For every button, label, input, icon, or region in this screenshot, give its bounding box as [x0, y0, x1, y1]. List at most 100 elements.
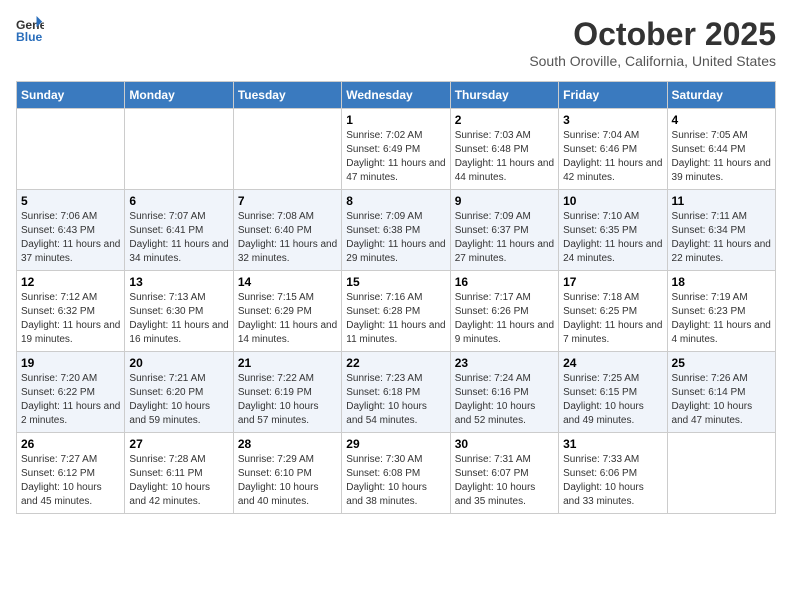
day-number: 14 — [238, 275, 337, 289]
sunset-text: Sunset: 6:38 PM — [346, 225, 420, 236]
sunrise-text: Sunrise: 7:23 AM — [346, 373, 422, 384]
day-number: 18 — [672, 275, 771, 289]
day-number: 16 — [455, 275, 554, 289]
day-info: Sunrise: 7:30 AM Sunset: 6:08 PM Dayligh… — [346, 453, 445, 509]
calendar-cell: 20 Sunrise: 7:21 AM Sunset: 6:20 PM Dayl… — [125, 352, 233, 433]
day-number: 19 — [21, 356, 120, 370]
sunrise-text: Sunrise: 7:07 AM — [129, 211, 205, 222]
sunrise-text: Sunrise: 7:31 AM — [455, 454, 531, 465]
calendar-cell: 15 Sunrise: 7:16 AM Sunset: 6:28 PM Dayl… — [342, 271, 450, 352]
calendar-cell: 1 Sunrise: 7:02 AM Sunset: 6:49 PM Dayli… — [342, 109, 450, 190]
sunrise-text: Sunrise: 7:06 AM — [21, 211, 97, 222]
sunrise-text: Sunrise: 7:17 AM — [455, 292, 531, 303]
sunset-text: Sunset: 6:41 PM — [129, 225, 203, 236]
daylight-text: Daylight: 11 hours and 39 minutes. — [672, 158, 771, 183]
calendar-cell — [233, 109, 341, 190]
sunrise-text: Sunrise: 7:10 AM — [563, 211, 639, 222]
sunset-text: Sunset: 6:19 PM — [238, 387, 312, 398]
daylight-text: Daylight: 10 hours and 54 minutes. — [346, 401, 427, 426]
sunset-text: Sunset: 6:10 PM — [238, 468, 312, 479]
weekday-header: Wednesday — [342, 82, 450, 109]
sunrise-text: Sunrise: 7:27 AM — [21, 454, 97, 465]
location: South Oroville, California, United State… — [529, 53, 776, 69]
daylight-text: Daylight: 10 hours and 42 minutes. — [129, 482, 210, 507]
sunrise-text: Sunrise: 7:05 AM — [672, 130, 748, 141]
day-info: Sunrise: 7:29 AM Sunset: 6:10 PM Dayligh… — [238, 453, 337, 509]
daylight-text: Daylight: 11 hours and 42 minutes. — [563, 158, 662, 183]
day-number: 5 — [21, 194, 120, 208]
day-number: 29 — [346, 437, 445, 451]
sunset-text: Sunset: 6:20 PM — [129, 387, 203, 398]
day-info: Sunrise: 7:10 AM Sunset: 6:35 PM Dayligh… — [563, 210, 662, 266]
day-info: Sunrise: 7:23 AM Sunset: 6:18 PM Dayligh… — [346, 372, 445, 428]
calendar-cell: 29 Sunrise: 7:30 AM Sunset: 6:08 PM Dayl… — [342, 433, 450, 514]
day-info: Sunrise: 7:08 AM Sunset: 6:40 PM Dayligh… — [238, 210, 337, 266]
day-number: 8 — [346, 194, 445, 208]
day-info: Sunrise: 7:06 AM Sunset: 6:43 PM Dayligh… — [21, 210, 120, 266]
day-number: 3 — [563, 113, 662, 127]
day-info: Sunrise: 7:24 AM Sunset: 6:16 PM Dayligh… — [455, 372, 554, 428]
sunrise-text: Sunrise: 7:21 AM — [129, 373, 205, 384]
calendar-cell: 23 Sunrise: 7:24 AM Sunset: 6:16 PM Dayl… — [450, 352, 558, 433]
calendar-cell: 8 Sunrise: 7:09 AM Sunset: 6:38 PM Dayli… — [342, 190, 450, 271]
day-info: Sunrise: 7:13 AM Sunset: 6:30 PM Dayligh… — [129, 291, 228, 347]
weekday-header: Monday — [125, 82, 233, 109]
weekday-header: Tuesday — [233, 82, 341, 109]
weekday-header: Thursday — [450, 82, 558, 109]
day-info: Sunrise: 7:11 AM Sunset: 6:34 PM Dayligh… — [672, 210, 771, 266]
calendar-cell: 24 Sunrise: 7:25 AM Sunset: 6:15 PM Dayl… — [559, 352, 667, 433]
calendar-cell: 9 Sunrise: 7:09 AM Sunset: 6:37 PM Dayli… — [450, 190, 558, 271]
calendar-cell: 3 Sunrise: 7:04 AM Sunset: 6:46 PM Dayli… — [559, 109, 667, 190]
sunrise-text: Sunrise: 7:16 AM — [346, 292, 422, 303]
sunset-text: Sunset: 6:23 PM — [672, 306, 746, 317]
day-number: 7 — [238, 194, 337, 208]
sunrise-text: Sunrise: 7:22 AM — [238, 373, 314, 384]
day-number: 25 — [672, 356, 771, 370]
calendar-cell: 6 Sunrise: 7:07 AM Sunset: 6:41 PM Dayli… — [125, 190, 233, 271]
calendar-cell — [125, 109, 233, 190]
day-number: 10 — [563, 194, 662, 208]
sunset-text: Sunset: 6:35 PM — [563, 225, 637, 236]
calendar-cell: 14 Sunrise: 7:15 AM Sunset: 6:29 PM Dayl… — [233, 271, 341, 352]
day-number: 12 — [21, 275, 120, 289]
sunrise-text: Sunrise: 7:33 AM — [563, 454, 639, 465]
sunset-text: Sunset: 6:15 PM — [563, 387, 637, 398]
day-number: 2 — [455, 113, 554, 127]
sunrise-text: Sunrise: 7:12 AM — [21, 292, 97, 303]
day-info: Sunrise: 7:28 AM Sunset: 6:11 PM Dayligh… — [129, 453, 228, 509]
day-info: Sunrise: 7:17 AM Sunset: 6:26 PM Dayligh… — [455, 291, 554, 347]
sunrise-text: Sunrise: 7:09 AM — [346, 211, 422, 222]
sunrise-text: Sunrise: 7:03 AM — [455, 130, 531, 141]
day-info: Sunrise: 7:19 AM Sunset: 6:23 PM Dayligh… — [672, 291, 771, 347]
calendar-cell: 16 Sunrise: 7:17 AM Sunset: 6:26 PM Dayl… — [450, 271, 558, 352]
daylight-text: Daylight: 11 hours and 47 minutes. — [346, 158, 445, 183]
day-info: Sunrise: 7:09 AM Sunset: 6:37 PM Dayligh… — [455, 210, 554, 266]
sunrise-text: Sunrise: 7:20 AM — [21, 373, 97, 384]
day-info: Sunrise: 7:03 AM Sunset: 6:48 PM Dayligh… — [455, 129, 554, 185]
weekday-header: Sunday — [17, 82, 125, 109]
month-title: October 2025 — [529, 16, 776, 53]
day-number: 20 — [129, 356, 228, 370]
daylight-text: Daylight: 10 hours and 59 minutes. — [129, 401, 210, 426]
sunset-text: Sunset: 6:25 PM — [563, 306, 637, 317]
day-info: Sunrise: 7:04 AM Sunset: 6:46 PM Dayligh… — [563, 129, 662, 185]
sunset-text: Sunset: 6:34 PM — [672, 225, 746, 236]
day-info: Sunrise: 7:20 AM Sunset: 6:22 PM Dayligh… — [21, 372, 120, 428]
day-number: 24 — [563, 356, 662, 370]
sunset-text: Sunset: 6:28 PM — [346, 306, 420, 317]
day-info: Sunrise: 7:18 AM Sunset: 6:25 PM Dayligh… — [563, 291, 662, 347]
sunset-text: Sunset: 6:22 PM — [21, 387, 95, 398]
sunrise-text: Sunrise: 7:09 AM — [455, 211, 531, 222]
calendar-cell: 27 Sunrise: 7:28 AM Sunset: 6:11 PM Dayl… — [125, 433, 233, 514]
logo: General Blue — [16, 16, 44, 44]
daylight-text: Daylight: 11 hours and 19 minutes. — [21, 320, 120, 345]
day-number: 31 — [563, 437, 662, 451]
sunrise-text: Sunrise: 7:25 AM — [563, 373, 639, 384]
daylight-text: Daylight: 11 hours and 44 minutes. — [455, 158, 554, 183]
day-info: Sunrise: 7:22 AM Sunset: 6:19 PM Dayligh… — [238, 372, 337, 428]
sunset-text: Sunset: 6:06 PM — [563, 468, 637, 479]
sunrise-text: Sunrise: 7:26 AM — [672, 373, 748, 384]
sunrise-text: Sunrise: 7:02 AM — [346, 130, 422, 141]
day-number: 30 — [455, 437, 554, 451]
weekday-header: Friday — [559, 82, 667, 109]
